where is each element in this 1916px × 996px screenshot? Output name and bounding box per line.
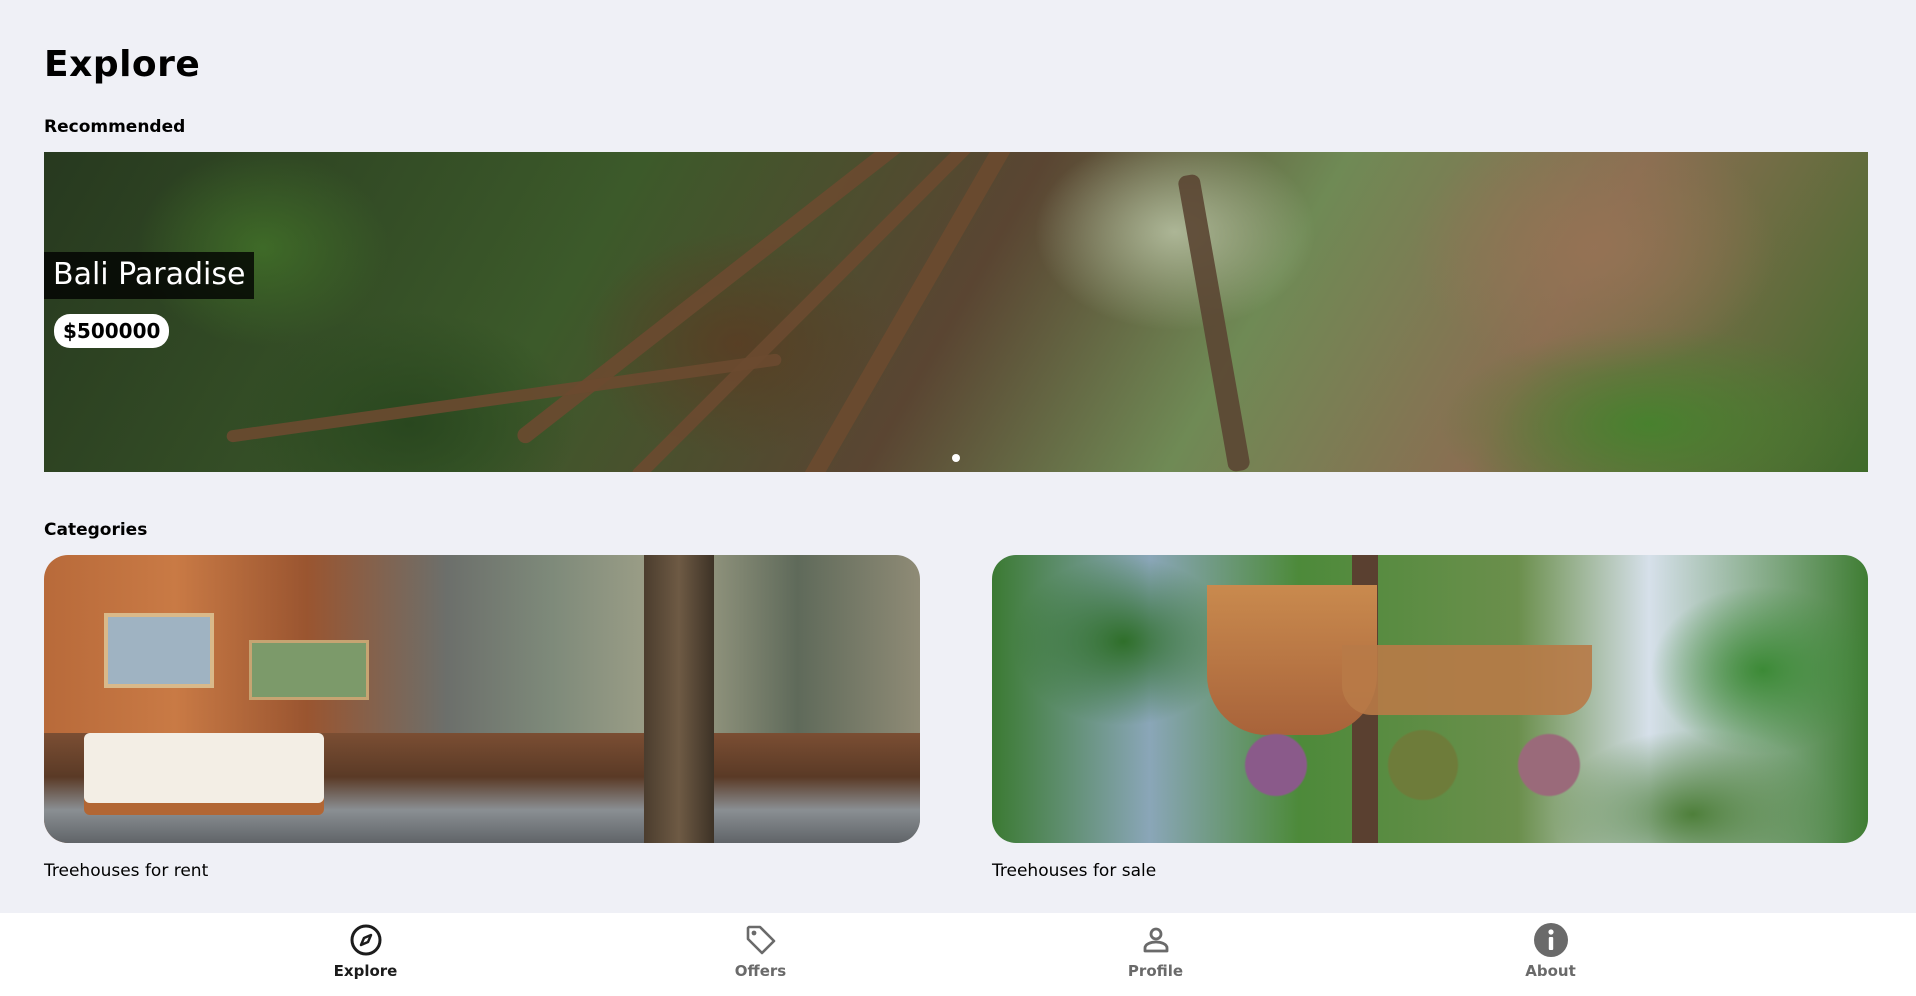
nav-label-about: About: [1525, 962, 1576, 980]
nav-label-explore: Explore: [333, 962, 398, 980]
category-label-sale[interactable]: Treehouses for sale: [992, 861, 1868, 881]
nav-label-offers: Offers: [734, 962, 787, 980]
category-card-sale[interactable]: Treehouses for sale: [992, 555, 1868, 881]
nav-item-explore[interactable]: Explore: [266, 913, 466, 996]
carousel-dot-active[interactable]: [952, 454, 960, 462]
compass-icon: [348, 922, 384, 958]
nav-item-offers[interactable]: Offers: [661, 913, 861, 996]
category-list: Treehouses for rent Treehouses for sale: [44, 555, 1868, 881]
person-icon: [1138, 922, 1174, 958]
recommended-heading: Recommended: [44, 117, 186, 137]
category-image-rent[interactable]: [44, 555, 920, 843]
category-card-rent[interactable]: Treehouses for rent: [44, 555, 920, 881]
info-icon: [1533, 922, 1569, 958]
tag-icon: [743, 922, 779, 958]
hero-price-badge: $500000: [54, 314, 170, 348]
nav-item-profile[interactable]: Profile: [1056, 913, 1256, 996]
category-label-rent[interactable]: Treehouses for rent: [44, 861, 920, 881]
categories-heading: Categories: [44, 520, 148, 540]
nav-label-profile: Profile: [1127, 962, 1184, 980]
page-title: Explore: [44, 44, 201, 85]
recommended-carousel[interactable]: Bali Paradise $500000: [44, 152, 1868, 472]
category-image-sale[interactable]: [992, 555, 1868, 843]
hero-title: Bali Paradise: [44, 252, 255, 299]
bottom-navigation: Explore Offers Profile About: [0, 913, 1916, 996]
nav-item-about[interactable]: About: [1451, 913, 1651, 996]
carousel-indicator: [44, 454, 1868, 462]
